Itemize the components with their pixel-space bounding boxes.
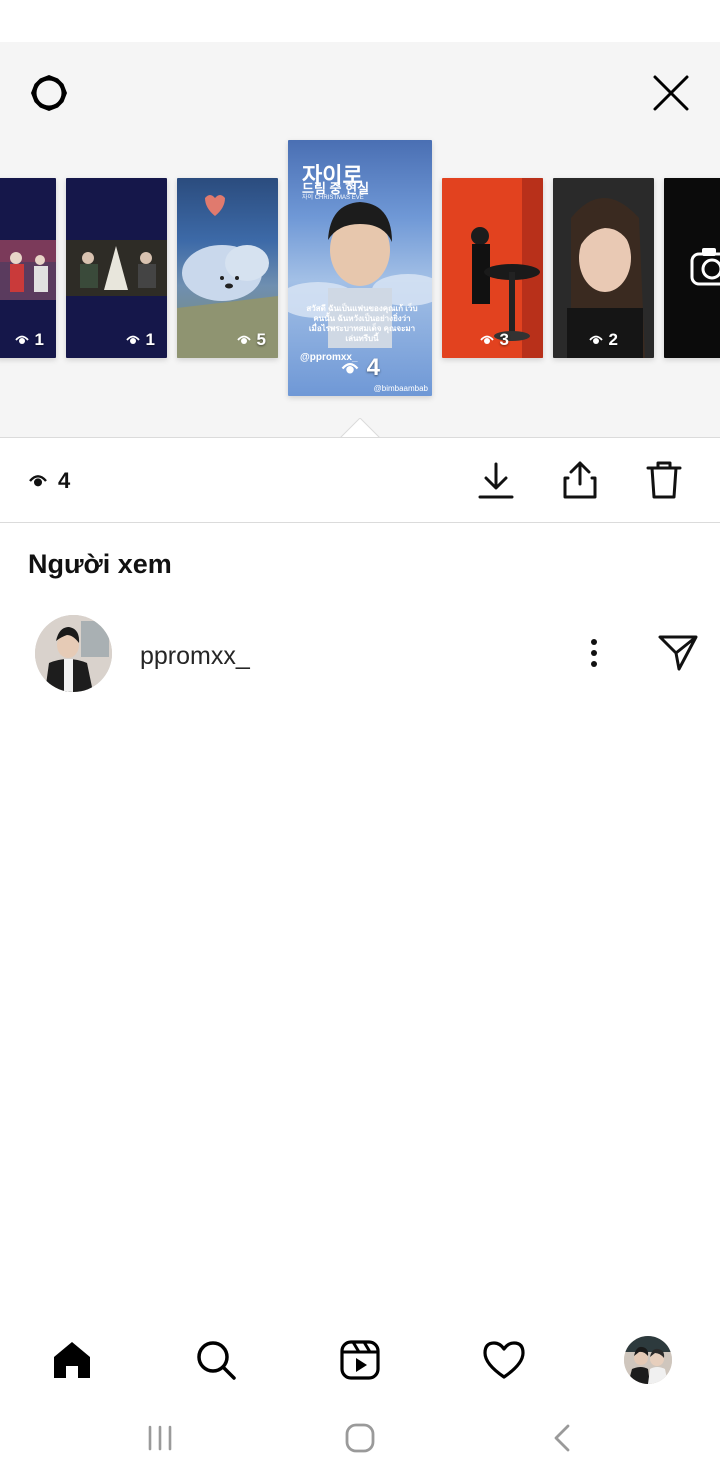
viewers-heading: Người xem — [28, 549, 172, 579]
view-count-value: 1 — [145, 330, 155, 349]
reels-icon — [340, 1340, 380, 1380]
back-icon — [554, 1424, 570, 1452]
viewer-username[interactable]: ppromxx_ — [140, 642, 250, 671]
view-count[interactable]: 4 — [28, 468, 70, 494]
story-text: สวัสดี ฉันเป็นแฟนของคุณเก้ เว็บคนนั้น ฉั… — [306, 304, 418, 343]
nav-profile[interactable] — [622, 1334, 674, 1386]
close-icon — [653, 75, 689, 111]
recent-apps-icon — [148, 1425, 172, 1451]
nav-home[interactable] — [46, 1334, 98, 1386]
trash-icon — [646, 461, 682, 499]
story-thumbnail[interactable]: 2 — [553, 178, 654, 358]
back-button[interactable] — [537, 1416, 587, 1460]
selected-caret — [340, 418, 380, 438]
view-count-value: 2 — [608, 330, 618, 349]
search-icon — [197, 1341, 236, 1380]
story-thumbnail[interactable]: 3 — [442, 178, 543, 358]
avatar[interactable] — [35, 615, 112, 692]
profile-avatar-image — [624, 1336, 672, 1384]
story-credit: @bimbaambab — [373, 384, 428, 393]
send-message-button[interactable] — [654, 630, 702, 676]
eye-icon — [14, 335, 29, 344]
bottom-navigation — [0, 1320, 720, 1398]
section-divider — [0, 522, 720, 523]
heart-icon — [483, 1341, 525, 1379]
thumbnail-view-count: 1 — [125, 330, 155, 350]
view-count-value: 4 — [366, 354, 380, 381]
eye-icon — [588, 335, 603, 344]
nav-activity[interactable] — [478, 1334, 530, 1386]
settings-button[interactable] — [20, 68, 78, 118]
story-thumbnail[interactable]: 1 — [0, 178, 56, 358]
system-navigation-bar — [0, 1398, 720, 1480]
share-icon — [563, 461, 597, 499]
story-action-bar: 4 — [0, 438, 720, 522]
viewer-list-item[interactable]: ppromxx_ — [0, 610, 720, 696]
more-vertical-icon — [591, 639, 597, 667]
eye-icon — [236, 335, 251, 344]
send-icon — [658, 635, 698, 671]
viewer-options-button[interactable] — [576, 632, 612, 674]
eye-icon — [341, 362, 358, 373]
view-count-value: 4 — [58, 468, 71, 493]
recent-apps-button[interactable] — [135, 1416, 185, 1460]
story-thumbnail[interactable]: 5 — [177, 178, 278, 358]
eye-icon — [29, 475, 47, 487]
avatar-image — [35, 615, 112, 692]
download-button[interactable] — [472, 456, 520, 504]
story-thumbnail[interactable] — [664, 178, 720, 358]
story-caption-small: 자이 CHRISTMAS EVE — [302, 195, 364, 201]
delete-button[interactable] — [640, 456, 688, 504]
gear-icon — [31, 75, 67, 111]
profile-avatar — [624, 1336, 672, 1384]
system-home-icon — [345, 1423, 375, 1453]
share-button[interactable] — [556, 456, 604, 504]
nav-search[interactable] — [190, 1334, 242, 1386]
view-count-value: 5 — [256, 330, 266, 349]
camera-icon — [690, 248, 720, 286]
status-bar — [0, 0, 720, 42]
thumbnail-view-count: 5 — [236, 330, 266, 350]
thumbnail-view-count: 2 — [588, 330, 618, 350]
nav-reels[interactable] — [334, 1334, 386, 1386]
thumbnail-view-count: 1 — [14, 330, 44, 350]
view-count-value: 1 — [34, 330, 44, 349]
story-panel: 1 1 5 자이로 드림 중 현실 자이 CHRISTMAS EVE สวัสด… — [0, 42, 720, 438]
close-button[interactable] — [644, 66, 698, 120]
system-home-button[interactable] — [335, 1416, 385, 1460]
eye-icon — [125, 335, 140, 344]
view-count-value: 3 — [499, 330, 509, 349]
eye-icon — [479, 335, 494, 344]
story-thumbnail-selected[interactable]: 자이로 드림 중 현실 자이 CHRISTMAS EVE สวัสดี ฉันเ… — [288, 140, 432, 396]
download-icon — [478, 462, 514, 499]
story-thumbnail[interactable]: 1 — [66, 178, 167, 358]
thumbnail-view-count: 3 — [479, 330, 509, 350]
home-icon — [54, 1342, 90, 1378]
thumbnail-view-count: 4 — [341, 354, 380, 382]
